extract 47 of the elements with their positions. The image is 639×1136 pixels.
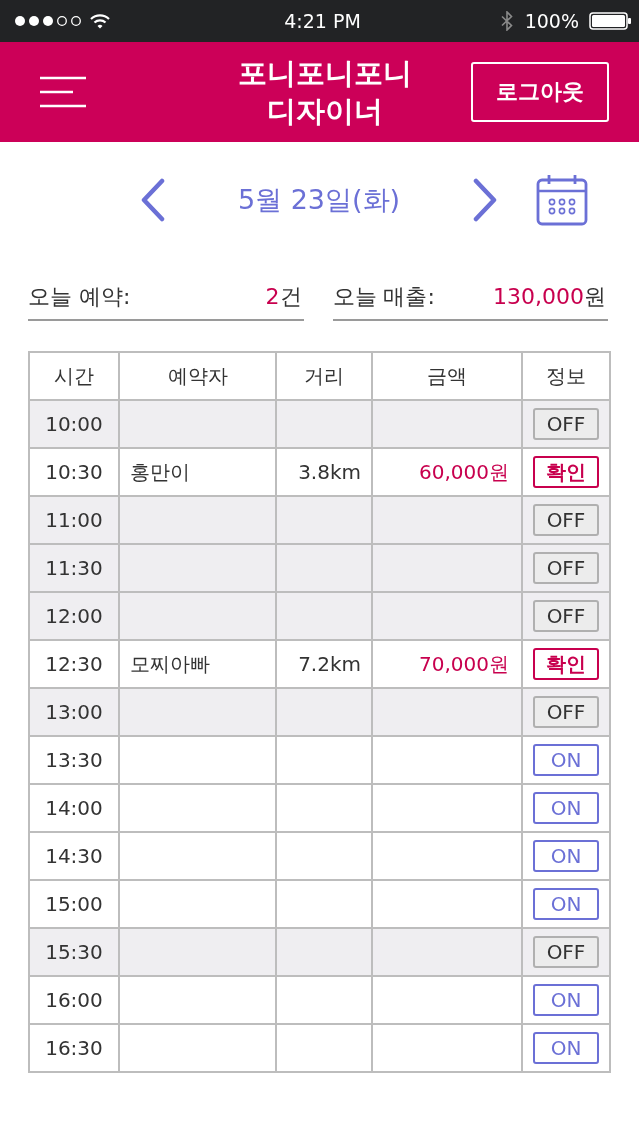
on-button[interactable]: ON	[533, 744, 599, 776]
wifi-icon	[90, 13, 110, 29]
summary-value: 2건	[265, 283, 302, 311]
on-button[interactable]: ON	[533, 792, 599, 824]
confirm-button[interactable]: 확인	[533, 456, 599, 488]
off-button[interactable]: OFF	[533, 408, 599, 440]
column-header: 금액	[372, 352, 522, 400]
on-button[interactable]: ON	[533, 1032, 599, 1064]
table-cell: 10:00	[29, 400, 119, 448]
menu-icon[interactable]	[40, 76, 86, 108]
table-cell: 11:00	[29, 496, 119, 544]
signal-icon	[14, 15, 82, 27]
table-cell: 14:30	[29, 832, 119, 880]
on-button[interactable]: ON	[533, 984, 599, 1016]
date-label: 5월 23일(화)	[236, 183, 402, 217]
summary-label: 오늘 매출:	[332, 283, 435, 311]
logout-button[interactable]: 로그아웃	[471, 62, 609, 122]
summary-label: 오늘 예약:	[28, 283, 131, 311]
table-cell: 11:30	[29, 544, 119, 592]
summary-value: 130,000원	[493, 283, 606, 311]
app-title: 포니포니포니 디자이너	[236, 55, 413, 130]
chevron-left-icon[interactable]	[140, 178, 166, 222]
off-button[interactable]: OFF	[533, 600, 599, 632]
on-button[interactable]: ON	[533, 840, 599, 872]
bluetooth-icon	[500, 11, 513, 31]
table-cell: 12:00	[29, 592, 119, 640]
column-header: 시간	[29, 352, 119, 400]
table-cell: 16:30	[29, 1024, 119, 1072]
table-cell: 14:00	[29, 784, 119, 832]
confirm-button[interactable]: 확인	[533, 648, 599, 680]
battery-icon	[589, 12, 631, 30]
column-header: 거리	[276, 352, 372, 400]
clock-time: 4:21 PM	[284, 10, 361, 32]
table-cell: 16:00	[29, 976, 119, 1024]
column-header: 예약자	[119, 352, 276, 400]
table-cell: 15:30	[29, 928, 119, 976]
battery-percent: 100%	[524, 10, 579, 32]
table-cell: 13:30	[29, 736, 119, 784]
chevron-right-icon[interactable]	[472, 178, 498, 222]
off-button[interactable]: OFF	[533, 552, 599, 584]
off-button[interactable]: OFF	[533, 504, 599, 536]
table-cell: 13:00	[29, 688, 119, 736]
column-header: 정보	[522, 352, 610, 400]
off-button[interactable]: OFF	[533, 696, 599, 728]
off-button[interactable]: OFF	[533, 936, 599, 968]
on-button[interactable]: ON	[533, 888, 599, 920]
calendar-icon[interactable]	[536, 174, 588, 226]
